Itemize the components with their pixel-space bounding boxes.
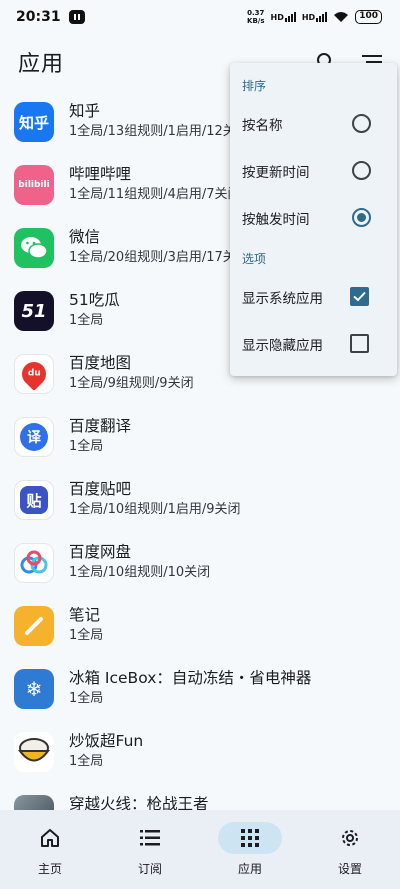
- net-speed-unit: KB/s: [247, 17, 265, 25]
- sort-by-trigger-label: 按触发时间: [242, 211, 310, 228]
- check-icon: [353, 291, 366, 302]
- app-desc: 1全局/11组规则/4启用/7关闭: [69, 187, 241, 202]
- app-name: 百度网盘: [69, 543, 132, 561]
- notes-icon: [14, 606, 54, 646]
- app-desc: 1全局: [69, 313, 104, 328]
- icebox-icon: ❄: [14, 669, 54, 709]
- baidu-netdisk-icon: [14, 543, 54, 583]
- nav-settings-label: 设置: [337, 862, 362, 876]
- app-desc: 1全局: [69, 439, 104, 454]
- app-name: 百度贴吧: [69, 480, 132, 498]
- apps-grid-icon: [241, 829, 259, 847]
- app-name: 51吃瓜: [69, 291, 120, 309]
- app-desc: 1全局/10组规则/10关闭: [69, 565, 211, 580]
- 51cg-icon-text: 51: [21, 300, 47, 322]
- signal-1-icon: HD: [271, 12, 296, 22]
- bilibili-icon: bilibili: [14, 165, 54, 205]
- home-icon: [41, 829, 59, 847]
- app-desc: 1全局/20组规则/3启用/17关闭: [69, 250, 249, 265]
- wifi-icon: [334, 12, 349, 22]
- sort-by-name-radio[interactable]: [352, 114, 371, 133]
- sort-options-menu: 排序 按名称 按更新时间 按触发时间 选项 显示系统应用 显示隐藏应用: [230, 63, 397, 376]
- sort-section-title: 排序: [242, 79, 267, 93]
- show-hidden-apps-option[interactable]: 显示隐藏应用: [230, 320, 397, 367]
- app-desc: 1全局/10组规则/1启用/9关闭: [69, 502, 241, 517]
- sort-by-name-option[interactable]: 按名称: [230, 100, 397, 147]
- battery-level: 100: [359, 11, 378, 21]
- nav-settings[interactable]: 设置: [300, 810, 400, 889]
- show-hidden-apps-label: 显示隐藏应用: [242, 337, 323, 354]
- show-system-apps-label: 显示系统应用: [242, 290, 323, 307]
- app-name: 知乎: [69, 102, 101, 120]
- gear-icon: [342, 830, 358, 846]
- show-hidden-apps-checkbox[interactable]: [350, 334, 369, 353]
- sort-by-trigger-radio[interactable]: [352, 208, 371, 227]
- nav-apps[interactable]: 应用: [200, 810, 300, 889]
- media-indicator-icon: [68, 10, 85, 24]
- sort-by-update-radio[interactable]: [352, 161, 371, 180]
- list-item[interactable]: 译 百度翻译 1全局: [0, 407, 400, 470]
- nav-subscriptions[interactable]: 订阅: [100, 810, 200, 889]
- sort-by-update-option[interactable]: 按更新时间: [230, 147, 397, 194]
- app-desc: 1全局/13组规则/1启用/12关闭: [69, 124, 249, 139]
- signal-2-icon: HD: [302, 12, 328, 22]
- list-item[interactable]: 贴 百度贴吧 1全局/10组规则/1启用/9关闭: [0, 470, 400, 533]
- nav-home[interactable]: 主页: [0, 810, 100, 889]
- nav-apps-label: 应用: [237, 862, 262, 876]
- nav-home-label: 主页: [37, 862, 62, 876]
- baidu-tieba-icon-text: 贴: [26, 491, 42, 510]
- show-system-apps-checkbox[interactable]: [350, 287, 369, 306]
- app-desc: 1全局/9组规则/9关闭: [69, 376, 194, 391]
- sort-by-trigger-option[interactable]: 按触发时间: [230, 194, 397, 241]
- baidu-translate-icon-text: 译: [27, 430, 41, 446]
- list-item[interactable]: 笔记 1全局: [0, 596, 400, 659]
- nav-subscriptions-label: 订阅: [137, 862, 162, 876]
- 51cg-icon: 51: [14, 291, 54, 331]
- app-name: 微信: [69, 228, 101, 246]
- app-desc: 1全局: [69, 691, 104, 706]
- list-item[interactable]: 百度网盘 1全局/10组规则/10关闭: [0, 533, 400, 596]
- baidu-map-icon: du: [14, 354, 54, 394]
- options-section-title: 选项: [242, 252, 267, 266]
- net-speed-value: 0.37: [247, 9, 265, 17]
- baidu-map-icon-text: du: [27, 369, 41, 380]
- wechat-icon: [14, 228, 54, 268]
- chaofan-icon: [14, 732, 54, 772]
- app-name: 笔记: [69, 606, 101, 624]
- bilibili-icon-text: bilibili: [18, 180, 50, 190]
- baidu-tieba-icon: 贴: [14, 480, 54, 520]
- status-icons: 0.37 KB/s HD HD 100: [247, 9, 382, 25]
- battery-icon: 100: [355, 10, 382, 24]
- zhihu-icon-text: 知乎: [18, 113, 49, 132]
- status-bar: 20:31 0.37 KB/s HD HD 100: [0, 0, 400, 34]
- app-desc: 1全局: [69, 754, 104, 769]
- app-desc: 1全局: [69, 628, 104, 643]
- status-time: 20:31: [16, 9, 61, 25]
- app-name: 炒饭超Fun: [69, 732, 144, 750]
- sort-by-update-label: 按更新时间: [242, 164, 310, 181]
- icebox-icon-text: ❄: [25, 677, 43, 701]
- app-name: 百度地图: [69, 354, 132, 372]
- page-title: 应用: [18, 52, 65, 77]
- app-name: 百度翻译: [69, 417, 132, 435]
- list-item[interactable]: 炒饭超Fun 1全局: [0, 722, 400, 785]
- baidu-translate-icon: 译: [14, 417, 54, 457]
- net-speed: 0.37 KB/s: [247, 9, 264, 25]
- list-icon: [140, 830, 160, 846]
- app-name: 哔哩哔哩: [69, 165, 132, 183]
- show-system-apps-option[interactable]: 显示系统应用: [230, 273, 397, 320]
- bottom-navigation: 主页 订阅 应用 设置: [0, 810, 400, 889]
- zhihu-icon: 知乎: [14, 102, 54, 142]
- list-item[interactable]: ❄ 冰箱 IceBox：自动冻结・省电神器 1全局: [0, 659, 400, 722]
- app-name: 冰箱 IceBox：自动冻结・省电神器: [69, 669, 312, 687]
- sort-by-name-label: 按名称: [242, 117, 283, 134]
